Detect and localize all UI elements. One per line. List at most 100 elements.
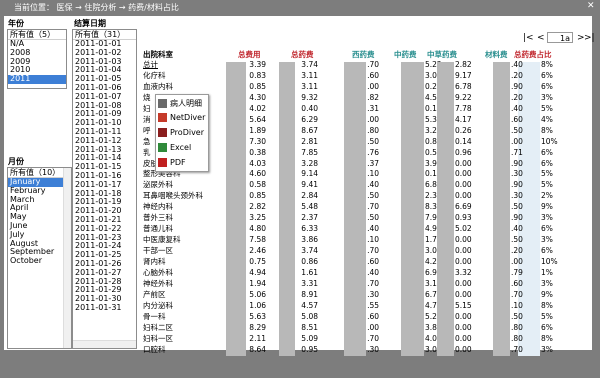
- date-filter-list[interactable]: 所有值（31） 2011-01-01 2011-01-02 2011-01-03 20…: [72, 29, 137, 349]
- header-department[interactable]: 出院科室: [143, 49, 173, 60]
- cell-chinese-drug: 3.07: [425, 70, 442, 80]
- month-option[interactable]: October: [8, 256, 71, 266]
- first-page-button[interactable]: |<: [523, 33, 534, 43]
- cell-chinese-drug: 4.54: [425, 92, 442, 102]
- cell-department[interactable]: 妇科二区: [143, 323, 173, 332]
- cell-drug-ratio: 6%: [541, 158, 553, 168]
- cell-material: .40: [511, 103, 523, 113]
- header-herbal-drug[interactable]: 中草药费: [427, 49, 457, 60]
- cell-western-drug: .70: [367, 246, 379, 256]
- export-menu-item[interactable]: PDF: [158, 158, 186, 167]
- redaction-block: [437, 62, 454, 356]
- cell-total-cost: 0.85: [249, 81, 266, 91]
- cell-department[interactable]: 肾内科: [143, 257, 166, 266]
- cell-western-drug: .00: [367, 81, 379, 91]
- header-material[interactable]: 材料费: [485, 49, 508, 60]
- cell-department[interactable]: 急: [143, 137, 151, 146]
- cell-chinese-drug: 8.39: [425, 202, 442, 212]
- cell-department[interactable]: 总计: [143, 60, 158, 69]
- cell-total-cost: 4.30: [249, 92, 266, 102]
- cell-herbal-drug: 0.00: [455, 191, 472, 201]
- cell-material: .60: [511, 278, 523, 288]
- cell-herbal-drug: 0.00: [455, 158, 472, 168]
- cell-material: .79: [511, 268, 523, 277]
- date-filter-label: 结算日期: [74, 19, 106, 28]
- header-total-cost[interactable]: 总费用: [238, 49, 261, 60]
- month-list-scrollbar[interactable]: [63, 168, 71, 348]
- month-filter-list[interactable]: 所有值（10） January February March April May June…: [7, 167, 72, 349]
- cell-department[interactable]: 心脑外科: [143, 268, 173, 277]
- prodiver-icon: [158, 128, 167, 137]
- cell-chinese-drug: 5.22: [425, 60, 442, 69]
- header-western-drug[interactable]: 西药费: [352, 49, 375, 60]
- cell-drug-ratio: 8%: [541, 125, 553, 135]
- header-drug-ratio[interactable]: 总药费占比: [514, 49, 552, 60]
- cell-department[interactable]: 泌尿外科: [143, 180, 173, 189]
- export-menu-item[interactable]: ProDiver: [158, 128, 204, 137]
- cell-total-drug: 8.51: [301, 322, 318, 332]
- cell-total-drug: 2.84: [301, 191, 318, 201]
- cell-drug-ratio: 5%: [541, 103, 553, 113]
- export-menu-item[interactable]: Excel: [158, 143, 191, 152]
- export-context-menu: 病人明细 NetDiver ProDiver Excel PDF: [155, 94, 209, 172]
- cell-department[interactable]: 神经外科: [143, 279, 173, 288]
- cell-department[interactable]: 化疗科: [143, 71, 166, 80]
- cell-drug-ratio: 3%: [541, 278, 553, 288]
- export-menu-item[interactable]: NetDiver: [158, 113, 205, 122]
- year-option[interactable]: 2011: [8, 74, 66, 84]
- close-icon[interactable]: ✕: [587, 1, 595, 11]
- cell-total-cost: 0.75: [249, 257, 266, 266]
- export-menu-label: NetDiver: [170, 113, 206, 122]
- header-total-drug[interactable]: 总药费: [291, 49, 314, 60]
- export-menu-label: 病人明细: [170, 99, 202, 108]
- export-menu-item[interactable]: 病人明细: [158, 98, 202, 109]
- cell-material: .50: [511, 235, 523, 245]
- redaction-block: [279, 62, 295, 356]
- cell-department[interactable]: 乳: [143, 148, 151, 157]
- cell-department[interactable]: 呼: [143, 126, 151, 135]
- cell-total-drug: 5.08: [301, 311, 318, 321]
- cell-material: .30: [511, 169, 523, 179]
- year-filter-list[interactable]: 所有值（5） N/A 2008 2009 2010 2011: [7, 29, 67, 89]
- cell-total-drug: 9.41: [301, 180, 318, 190]
- cell-drug-ratio: 8%: [541, 60, 553, 69]
- cell-department[interactable]: 妇: [143, 104, 151, 113]
- cell-department[interactable]: 烧: [143, 93, 151, 102]
- cell-department[interactable]: 普外三科: [143, 213, 173, 222]
- cell-chinese-drug: 4.06: [425, 333, 442, 343]
- cell-chinese-drug: 3.91: [425, 158, 442, 168]
- cell-herbal-drug: 0.00: [455, 169, 472, 179]
- cell-department[interactable]: 消: [143, 115, 151, 124]
- cell-department[interactable]: 神经内科: [143, 202, 173, 211]
- cell-chinese-drug: 0.14: [425, 169, 442, 179]
- cell-department[interactable]: 产前区: [143, 290, 166, 299]
- cell-total-drug: 3.74: [301, 60, 318, 69]
- cell-western-drug: .70: [367, 333, 379, 343]
- cell-herbal-drug: 0.00: [455, 322, 472, 332]
- cell-department[interactable]: 中医康复科: [143, 235, 181, 244]
- cell-department[interactable]: 血液内科: [143, 82, 173, 91]
- cell-material: .90: [511, 158, 523, 168]
- date-option[interactable]: 2011-01-31: [73, 303, 136, 313]
- cell-western-drug: .70: [367, 60, 379, 69]
- cell-department[interactable]: 内分泌科: [143, 301, 173, 310]
- cell-chinese-drug: 5.21: [425, 311, 442, 321]
- header-chinese-drug[interactable]: 中药费: [394, 49, 417, 60]
- date-list-scrollbar[interactable]: [73, 340, 136, 348]
- cell-department[interactable]: 干部一区: [143, 246, 173, 255]
- cell-western-drug: .80: [367, 125, 379, 135]
- cell-department[interactable]: 耳鼻咽喉头颈外科: [143, 191, 203, 200]
- cell-department[interactable]: 妇科一区: [143, 334, 173, 343]
- cell-total-drug: 9.32: [301, 92, 318, 102]
- last-page-button[interactable]: >|: [584, 33, 595, 43]
- page-number-input[interactable]: 1a: [547, 32, 573, 43]
- cell-herbal-drug: 9.17: [455, 70, 472, 80]
- redaction-block: [344, 62, 366, 356]
- prev-page-button[interactable]: <: [537, 33, 545, 43]
- cell-department[interactable]: 普通儿科: [143, 224, 173, 233]
- month-filter-label: 月份: [8, 157, 24, 166]
- cell-department[interactable]: 口腔科: [143, 345, 166, 354]
- cell-chinese-drug: 4.77: [425, 300, 442, 310]
- cell-chinese-drug: 4.93: [425, 224, 442, 234]
- cell-department[interactable]: 骨一科: [143, 312, 166, 321]
